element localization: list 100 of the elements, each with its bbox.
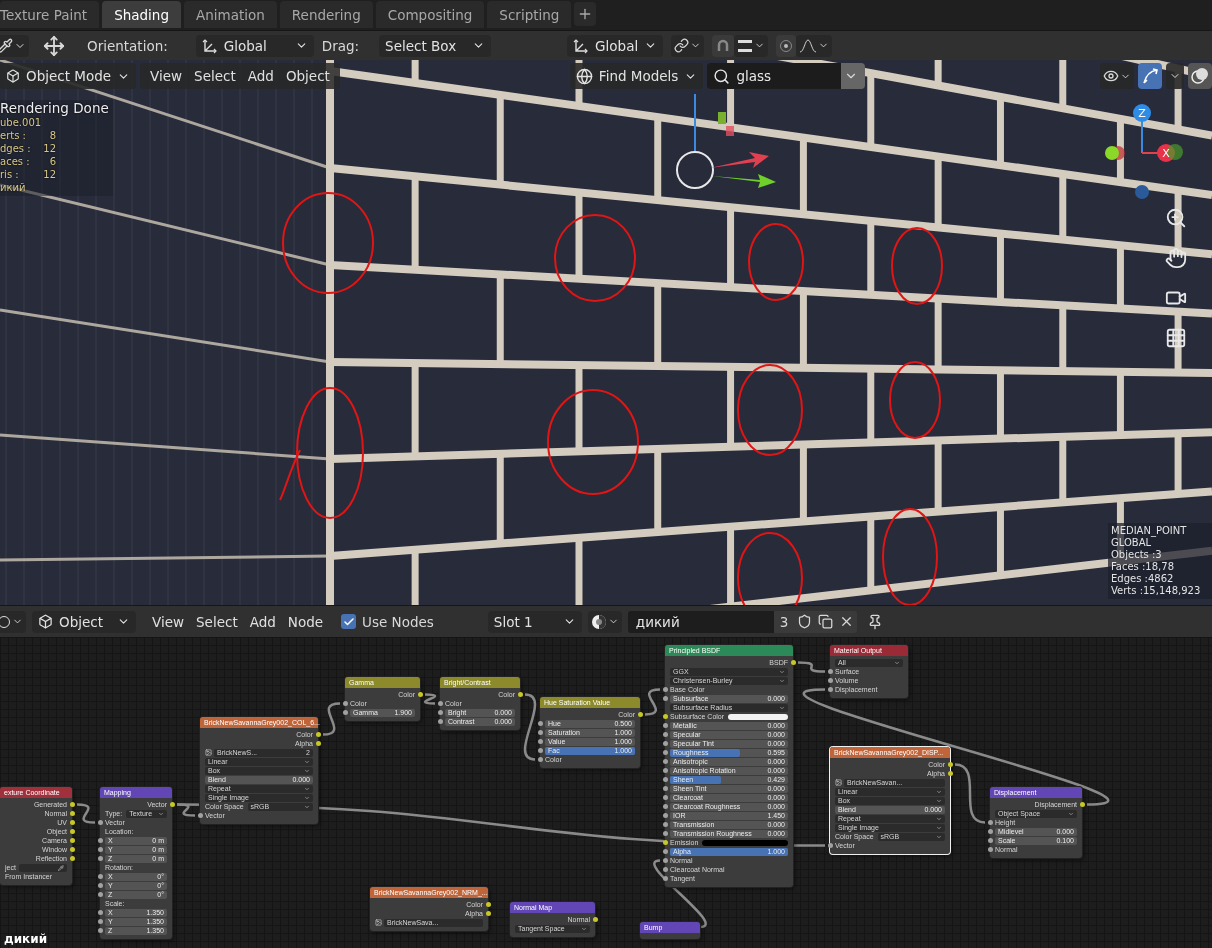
menu-item[interactable]: Select (188, 68, 242, 84)
socket-dot[interactable] (662, 687, 668, 692)
material-browse-button[interactable] (587, 610, 622, 633)
socket-dot[interactable] (97, 820, 103, 825)
editor-type-dropdown[interactable] (0, 610, 26, 633)
socket-dot[interactable] (417, 692, 423, 697)
socket-dot[interactable] (662, 831, 668, 836)
socket-dot[interactable] (97, 856, 103, 861)
workspace-tab[interactable]: Shading (102, 1, 181, 28)
socket-dot[interactable] (485, 911, 491, 916)
slot-dropdown[interactable]: Slot 1 (487, 610, 582, 633)
socket-dot[interactable] (827, 669, 833, 674)
search-options-button[interactable] (841, 63, 866, 89)
socket-dot[interactable] (97, 919, 103, 924)
socket-dot[interactable] (987, 820, 993, 825)
socket-dot[interactable] (342, 710, 348, 715)
menu-item[interactable]: Add (243, 613, 282, 630)
socket-dot[interactable] (315, 732, 321, 737)
menu-item[interactable]: Select (190, 613, 244, 630)
snap-toggle[interactable] (712, 34, 735, 57)
socket-dot[interactable] (662, 759, 668, 764)
socket-dot[interactable] (69, 838, 75, 843)
overlays-toggle[interactable] (1188, 63, 1212, 89)
socket-dot[interactable] (662, 696, 668, 701)
menu-item[interactable]: View (144, 68, 189, 84)
move-icon[interactable] (43, 34, 65, 57)
menu-item[interactable]: View (146, 613, 191, 630)
gizmo-dropdown[interactable] (1166, 63, 1184, 89)
socket-dot[interactable] (662, 777, 668, 782)
socket-dot[interactable] (987, 838, 993, 843)
socket-dot[interactable] (662, 840, 668, 845)
socket-dot[interactable] (69, 847, 75, 852)
socket-dot[interactable] (437, 701, 443, 706)
socket-dot[interactable] (97, 847, 103, 852)
asset-filter-dropdown[interactable]: Find Models (569, 63, 704, 89)
socket-dot[interactable] (827, 687, 833, 692)
close-button[interactable] (836, 610, 858, 633)
socket-dot[interactable] (662, 795, 668, 800)
socket-dot[interactable] (662, 876, 668, 881)
add-tab-button[interactable] (574, 2, 597, 26)
socket-dot[interactable] (97, 910, 103, 915)
socket-dot[interactable] (662, 768, 668, 773)
socket-dot[interactable] (537, 730, 543, 735)
color-swatch[interactable] (728, 713, 788, 720)
falloff-dropdown[interactable] (796, 34, 833, 57)
socket-dot[interactable] (69, 820, 75, 825)
socket-dot[interactable] (197, 813, 203, 818)
workspace-tab[interactable]: Scripting (487, 1, 572, 28)
user-count[interactable]: 3 (773, 610, 795, 633)
socket-dot[interactable] (537, 748, 543, 753)
socket-dot[interactable] (662, 804, 668, 809)
socket-dot[interactable] (69, 829, 75, 834)
socket-dot[interactable] (987, 847, 993, 852)
color-swatch[interactable] (702, 839, 788, 846)
socket-dot[interactable] (485, 902, 491, 907)
socket-dot[interactable] (69, 811, 75, 816)
tool-settings-button[interactable] (0, 34, 29, 57)
image-icon[interactable] (375, 919, 382, 926)
visibility-dropdown[interactable] (1100, 63, 1134, 89)
object-field[interactable] (18, 863, 67, 872)
eyedropper-icon[interactable] (58, 864, 64, 871)
socket-dot[interactable] (637, 712, 643, 717)
socket-dot[interactable] (537, 721, 543, 726)
socket-dot[interactable] (1079, 802, 1085, 807)
socket-dot[interactable] (662, 849, 668, 854)
socket-dot[interactable] (69, 856, 75, 861)
socket-dot[interactable] (592, 917, 598, 922)
workspace-tab[interactable]: Texture Paint (0, 1, 100, 28)
proportional-toggle[interactable] (776, 34, 797, 57)
socket-dot[interactable] (662, 732, 668, 737)
socket-dot[interactable] (662, 858, 668, 863)
socket-dot[interactable] (97, 874, 103, 879)
pivot-dropdown[interactable] (671, 34, 705, 57)
workspace-tab[interactable]: Compositing (375, 1, 485, 28)
socket-dot[interactable] (827, 678, 833, 683)
socket-dot[interactable] (342, 701, 348, 706)
socket-dot[interactable] (437, 710, 443, 715)
socket-dot[interactable] (315, 741, 321, 746)
shader-node[interactable] (665, 645, 793, 887)
menu-item[interactable]: Add (241, 68, 280, 84)
socket-dot[interactable] (987, 829, 993, 834)
snap-dropdown[interactable] (734, 34, 769, 57)
material-name-field[interactable]: дикий (627, 610, 774, 633)
image-icon[interactable] (835, 779, 842, 786)
socket-dot[interactable] (827, 843, 833, 848)
socket-dot[interactable] (517, 692, 523, 697)
menu-item[interactable]: Node (281, 613, 330, 630)
navigation-gizmo-drawing[interactable] (1105, 104, 1183, 199)
socket-dot[interactable] (69, 802, 75, 807)
mode-dropdown[interactable]: Object Mode (0, 63, 137, 89)
gizmo-toggle[interactable] (1138, 63, 1162, 89)
socket-dot[interactable] (662, 723, 668, 728)
socket-dot[interactable] (97, 883, 103, 888)
socket-dot[interactable] (97, 838, 103, 843)
workspace-tab[interactable]: Animation (183, 1, 277, 28)
shader-type-dropdown[interactable]: Object (32, 610, 136, 633)
socket-dot[interactable] (662, 813, 668, 818)
socket-dot[interactable] (947, 771, 953, 776)
socket-dot[interactable] (97, 892, 103, 897)
socket-dot[interactable] (947, 762, 953, 767)
